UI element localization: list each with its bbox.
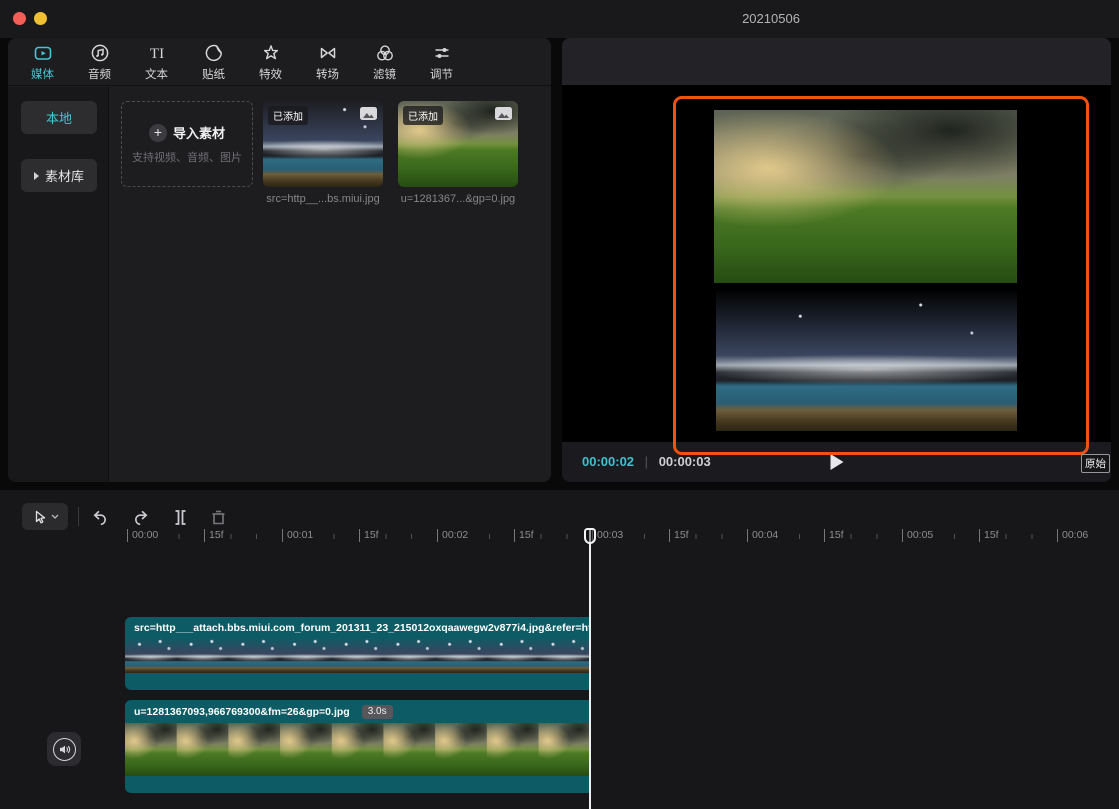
- tab-sticker[interactable]: 贴纸: [185, 38, 242, 86]
- timeline-clip-field[interactable]: u=1281367093,966769300&fm=26&gp=0.jpg 3.…: [125, 700, 590, 793]
- chevron-down-icon: [51, 514, 59, 519]
- ruler-label: 00:02: [437, 529, 468, 542]
- adjust-icon: [432, 43, 452, 63]
- ruler-label: 00:05: [902, 529, 933, 542]
- image-type-icon: [360, 107, 377, 120]
- ruler-label: 15f: [824, 529, 844, 542]
- tab-audio[interactable]: 音频: [71, 38, 128, 86]
- import-material-button[interactable]: + 导入素材 支持视频、音频、图片: [121, 101, 253, 187]
- svg-text:TI: TI: [149, 46, 163, 62]
- track-mute-button[interactable]: [47, 732, 81, 766]
- cursor-icon: [32, 509, 47, 525]
- effects-icon: [261, 43, 281, 63]
- sidebar-library-label: 素材库: [45, 166, 84, 185]
- image-type-icon: [495, 107, 512, 120]
- ruler-label: 00:04: [747, 529, 778, 542]
- sidebar-item-library[interactable]: 素材库: [21, 159, 97, 192]
- clip-duration-badge: 3.0s: [362, 705, 393, 719]
- sticker-icon: [204, 43, 224, 63]
- tab-media[interactable]: 媒体: [14, 38, 71, 86]
- undo-button[interactable]: [88, 505, 112, 529]
- delete-button[interactable]: [206, 505, 230, 529]
- sidebar-local-label: 本地: [46, 108, 72, 127]
- media-thumbnail[interactable]: 已添加: [398, 101, 518, 187]
- tab-filter-label: 滤镜: [373, 66, 396, 82]
- ruler-label: 00:00: [127, 529, 158, 542]
- close-button[interactable]: [13, 12, 26, 25]
- plus-icon: +: [149, 124, 167, 142]
- split-button[interactable]: [168, 505, 192, 529]
- select-tool-button[interactable]: [22, 503, 68, 530]
- time-separator: |: [645, 454, 648, 469]
- tab-effects[interactable]: 特效: [242, 38, 299, 86]
- import-subtitle: 支持视频、音频、图片: [132, 149, 242, 165]
- audio-icon: [90, 43, 110, 63]
- ruler-label: 15f: [979, 529, 999, 542]
- tab-adjust-label: 调节: [430, 66, 453, 82]
- split-icon: [171, 508, 190, 527]
- redo-icon: [131, 508, 150, 527]
- media-icon: [33, 43, 53, 63]
- playhead-handle[interactable]: [584, 528, 596, 544]
- ruler-label: 00:06: [1057, 529, 1088, 542]
- speaker-icon: [53, 738, 76, 761]
- ruler-label: 00:03: [592, 529, 623, 542]
- media-library-panel: 媒体 音频 TI 文本 贴纸 特效: [8, 38, 551, 482]
- expand-arrow-icon: [34, 172, 39, 180]
- tab-filter[interactable]: 滤镜: [356, 38, 413, 86]
- timeline-ruler[interactable]: 00:00 15f 00:01 15f 00:02 15f 00:03 15f …: [0, 528, 1119, 546]
- tab-text[interactable]: TI 文本: [128, 38, 185, 86]
- media-thumbnail[interactable]: 已添加: [263, 101, 383, 187]
- original-quality-button[interactable]: 原始: [1081, 454, 1110, 473]
- timeline-panel: 00:00 15f 00:01 15f 00:02 15f 00:03 15f …: [0, 490, 1119, 809]
- preview-panel: 00:00:02 | 00:00:03 原始: [562, 38, 1111, 482]
- tab-audio-label: 音频: [88, 66, 111, 82]
- tab-adjust[interactable]: 调节: [413, 38, 470, 86]
- trash-icon: [209, 508, 228, 527]
- window-title: 20210506: [706, 11, 836, 26]
- redo-button[interactable]: [128, 505, 152, 529]
- media-item-field[interactable]: 已添加 u=1281367...&gp=0.jpg: [398, 101, 518, 205]
- media-caption: u=1281367...&gp=0.jpg: [398, 193, 518, 205]
- tab-effects-label: 特效: [259, 66, 282, 82]
- clip-filename: src=http___attach.bbs.miui.com_forum_201…: [125, 617, 590, 638]
- filter-icon: [375, 43, 395, 63]
- ruler-label: 00:01: [282, 529, 313, 542]
- sidebar-item-local[interactable]: 本地: [21, 101, 97, 134]
- current-time: 00:00:02: [582, 454, 634, 469]
- tab-transition-label: 转场: [316, 66, 339, 82]
- play-button[interactable]: [830, 454, 843, 470]
- import-title: 导入素材: [173, 123, 225, 142]
- ruler-label: 15f: [359, 529, 379, 542]
- text-icon: TI: [147, 43, 167, 63]
- title-bar: 20210506: [0, 0, 1119, 38]
- media-item-night[interactable]: 已添加 src=http__...bs.miui.jpg: [263, 101, 383, 205]
- media-sidebar: 本地 素材库: [8, 87, 109, 482]
- transition-icon: [318, 43, 338, 63]
- ruler-label: 15f: [669, 529, 689, 542]
- tab-media-label: 媒体: [31, 66, 54, 82]
- selection-outline[interactable]: [673, 96, 1089, 455]
- timecode: 00:00:02 | 00:00:03: [582, 454, 711, 469]
- ruler-label: 15f: [514, 529, 534, 542]
- tab-sticker-label: 贴纸: [202, 66, 225, 82]
- media-content-area: + 导入素材 支持视频、音频、图片 已添加 src=http__...bs.mi…: [110, 87, 551, 482]
- media-caption: src=http__...bs.miui.jpg: [263, 193, 383, 205]
- tab-transition[interactable]: 转场: [299, 38, 356, 86]
- playhead-line[interactable]: [589, 528, 591, 809]
- clip-filename: u=1281367093,966769300&fm=26&gp=0.jpg 3.…: [125, 700, 590, 723]
- added-badge: 已添加: [268, 106, 308, 125]
- preview-header: [562, 38, 1111, 85]
- added-badge: 已添加: [403, 106, 443, 125]
- clip-filmstrip[interactable]: [125, 723, 590, 776]
- tab-text-label: 文本: [145, 66, 168, 82]
- minimize-button[interactable]: [34, 12, 47, 25]
- ruler-label: 15f: [204, 529, 224, 542]
- toolbar-divider: [78, 507, 79, 526]
- total-duration: 00:00:03: [659, 454, 711, 469]
- clip-filmstrip[interactable]: [125, 638, 590, 673]
- media-tab-bar: 媒体 音频 TI 文本 贴纸 特效: [8, 38, 551, 86]
- timeline-clip-night[interactable]: src=http___attach.bbs.miui.com_forum_201…: [125, 617, 590, 690]
- undo-icon: [91, 508, 110, 527]
